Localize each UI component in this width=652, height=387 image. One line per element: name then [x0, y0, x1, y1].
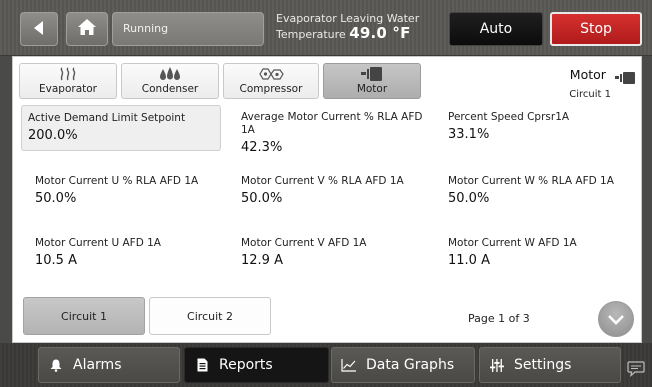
tab-condenser-label: Condenser	[141, 83, 199, 95]
measurement-line2: Temperature 49.0 °F	[276, 26, 444, 42]
compressor-icon	[258, 66, 284, 82]
cell-value: 42.3%	[241, 140, 283, 155]
section-subtitle: Circuit 1	[569, 89, 611, 100]
cell-value: 50.0%	[448, 191, 490, 206]
auto-button-label: Auto	[479, 21, 513, 37]
home-icon	[77, 18, 97, 40]
motor-icon	[361, 66, 383, 82]
cell-value: 50.0%	[241, 191, 283, 206]
bell-icon	[47, 359, 65, 372]
nav-data-graphs-label: Data Graphs	[366, 357, 455, 373]
auto-button[interactable]: Auto	[449, 12, 543, 46]
cell-value: 12.9 A	[241, 253, 283, 268]
motor-current-u-rla: Motor Current U % RLA AFD 1A 50.0%	[35, 175, 225, 206]
top-bar: Running Evaporator Leaving Water Tempera…	[0, 0, 652, 56]
tab-motor[interactable]: Motor	[323, 63, 421, 99]
cell-label: Motor Current V % RLA AFD 1A	[241, 175, 404, 187]
motor-icon	[615, 69, 635, 88]
tab-condenser[interactable]: Condenser	[121, 63, 219, 99]
cell-value: 50.0%	[35, 191, 77, 206]
motor-current-w: Motor Current W AFD 1A 11.0 A	[448, 237, 638, 268]
cell-label: Motor Current W AFD 1A	[448, 237, 577, 249]
water-drops-icon	[159, 66, 181, 82]
cell-value: 11.0 A	[448, 253, 490, 268]
home-button[interactable]	[66, 12, 108, 46]
cell-value: 10.5 A	[35, 253, 77, 268]
tab-evaporator[interactable]: Evaporator	[19, 63, 117, 99]
tab-compressor-label: Compressor	[239, 83, 303, 95]
back-button[interactable]	[20, 12, 58, 46]
stop-button[interactable]: Stop	[550, 12, 642, 46]
cell-label: Motor Current U AFD 1A	[35, 237, 161, 249]
cell-label: Active Demand Limit Setpoint	[28, 112, 186, 124]
unit-status: Running	[112, 12, 264, 46]
cell-value: 200.0%	[28, 128, 78, 143]
chat-bubble-icon[interactable]	[627, 361, 645, 381]
cell-label: Motor Current U % RLA AFD 1A	[35, 175, 199, 187]
cell-label: Motor Current W % RLA AFD 1A	[448, 175, 614, 187]
circuit-tabs: Circuit 1 Circuit 2	[23, 297, 275, 335]
chevron-down-icon	[608, 310, 624, 329]
content-panel: Evaporator Condenser Compressor Motor Mo…	[12, 56, 642, 343]
nav-reports-label: Reports	[219, 357, 273, 373]
tab-circuit-1-label: Circuit 1	[61, 309, 107, 323]
cell-value: 33.1%	[448, 127, 490, 142]
tab-circuit-2[interactable]: Circuit 2	[149, 297, 271, 335]
page-indicator: Page 1 of 3	[468, 312, 530, 325]
tab-circuit-1[interactable]: Circuit 1	[23, 297, 145, 335]
back-arrow-icon	[33, 20, 45, 39]
motor-current-w-rla: Motor Current W % RLA AFD 1A 50.0%	[448, 175, 638, 206]
bottom-nav-bar: Alarms Reports Data Graphs Settings	[0, 343, 652, 387]
average-motor-current-rla: Average Motor Current % RLA AFD 1A 42.3%	[241, 111, 431, 155]
motor-current-v-rla: Motor Current V % RLA AFD 1A 50.0%	[241, 175, 431, 206]
section-header: Motor Circuit 1	[569, 63, 635, 100]
tab-evaporator-label: Evaporator	[39, 83, 97, 95]
percent-speed-cprsr: Percent Speed Cprsr1A 33.1%	[448, 111, 638, 142]
motor-current-v: Motor Current V AFD 1A 12.9 A	[241, 237, 431, 268]
sliders-icon	[488, 358, 506, 372]
component-tabs: Evaporator Condenser Compressor Motor	[19, 63, 425, 99]
active-demand-limit-setpoint[interactable]: Active Demand Limit Setpoint 200.0%	[21, 105, 221, 151]
cell-label: Percent Speed Cprsr1A	[448, 111, 570, 123]
next-page-button[interactable]	[598, 301, 634, 337]
nav-reports[interactable]: Reports	[184, 347, 329, 383]
nav-data-graphs[interactable]: Data Graphs	[331, 347, 475, 383]
tab-compressor[interactable]: Compressor	[223, 63, 319, 99]
stop-button-label: Stop	[580, 21, 612, 37]
cell-label: Average Motor Current % RLA AFD 1A	[241, 111, 423, 136]
nav-settings-label: Settings	[514, 357, 572, 373]
heat-waves-icon	[59, 66, 77, 82]
measurement-label-line2: Temperature	[276, 28, 346, 41]
nav-settings[interactable]: Settings	[479, 347, 621, 383]
measurement-value: 49.0 °F	[349, 24, 411, 42]
nav-alarms[interactable]: Alarms	[38, 347, 180, 383]
unit-status-text: Running	[123, 22, 169, 35]
evaporator-leaving-water-temp: Evaporator Leaving Water Temperature 49.…	[270, 11, 444, 42]
motor-current-u: Motor Current U AFD 1A 10.5 A	[35, 237, 225, 268]
tab-circuit-2-label: Circuit 2	[187, 309, 233, 323]
document-icon	[193, 358, 211, 372]
section-title: Motor	[569, 67, 606, 82]
tab-motor-label: Motor	[356, 83, 388, 95]
nav-alarms-label: Alarms	[73, 357, 122, 373]
chart-icon	[340, 358, 358, 372]
cell-label: Motor Current V AFD 1A	[241, 237, 367, 249]
